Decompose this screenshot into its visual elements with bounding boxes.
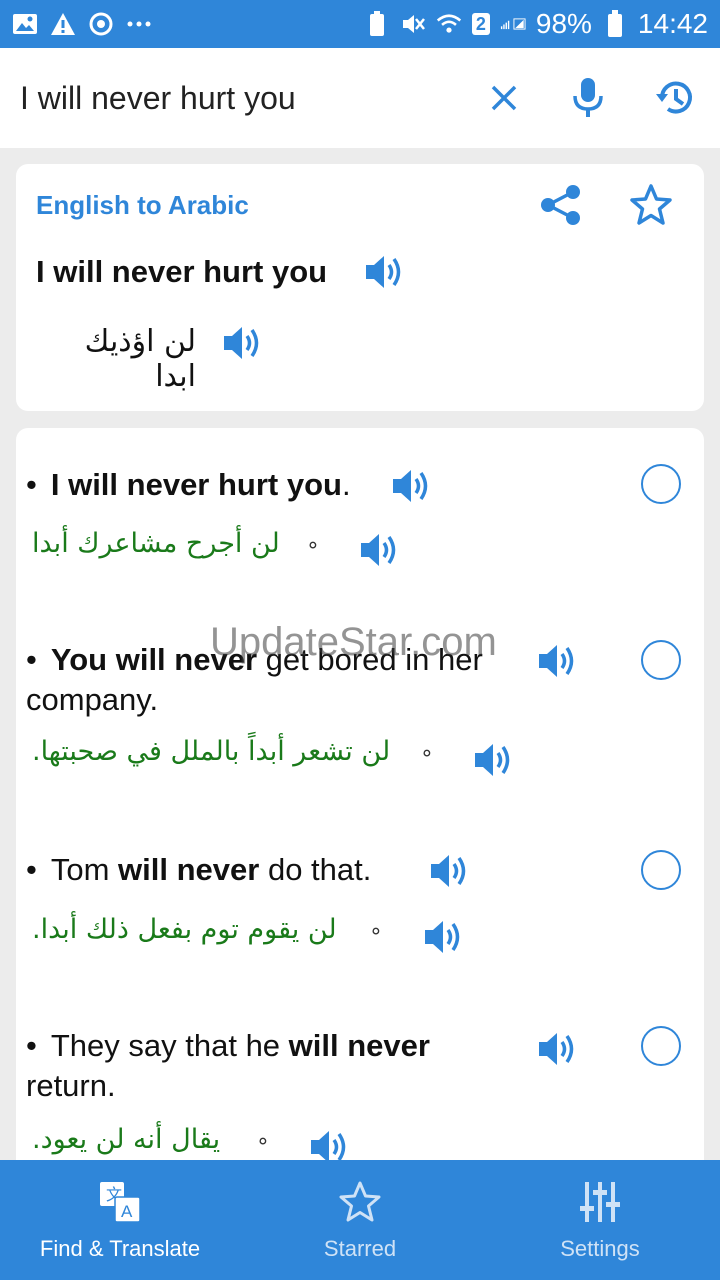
speak-example-translation-button[interactable] <box>470 735 520 785</box>
microphone-icon <box>573 78 603 117</box>
translate-icon: 文A <box>100 1182 141 1223</box>
svg-text:A: A <box>121 1202 133 1221</box>
select-example-radio[interactable] <box>641 1026 681 1066</box>
select-example-radio[interactable] <box>641 850 681 890</box>
nav-settings[interactable]: Settings <box>480 1160 720 1280</box>
history-button[interactable] <box>650 72 702 124</box>
nav-label: Starred <box>323 1236 397 1261</box>
example-sentence: • Tom will never do that. <box>26 852 372 887</box>
speaker-icon <box>393 470 428 502</box>
clear-button[interactable] <box>478 72 530 124</box>
sliders-icon <box>580 1182 620 1222</box>
battery-icon <box>602 10 628 37</box>
speak-example-button[interactable] <box>388 461 438 511</box>
mute-icon <box>400 11 426 37</box>
sim-badge: 2 <box>471 13 490 35</box>
target-text: لن اؤذيك ابدا <box>84 324 196 394</box>
example-sentence: • You will never get bored in her company… <box>26 642 483 717</box>
voice-input-button[interactable] <box>562 72 614 124</box>
speaker-icon <box>431 855 466 887</box>
battery-saver-icon <box>364 11 390 37</box>
nav-starred[interactable]: Starred <box>240 1160 480 1280</box>
speak-source-button[interactable] <box>361 247 411 297</box>
bottom-navigation: 文A Find & Translate Starred Settings <box>0 1160 720 1280</box>
speak-example-button[interactable] <box>534 636 584 686</box>
search-input[interactable] <box>20 68 460 128</box>
battery-percent: 98% <box>535 8 592 39</box>
example-sentence: • I will never hurt you. <box>26 467 351 502</box>
example-translation: لن يقوم توم بفعل ذلك أبدا. <box>32 914 337 945</box>
select-example-radio[interactable] <box>641 640 681 680</box>
speaker-icon <box>224 327 259 359</box>
speaker-icon <box>475 744 510 776</box>
nav-label: Find & Translate <box>39 1236 201 1261</box>
nav-find-translate[interactable]: 文A Find & Translate <box>0 1160 240 1280</box>
example-translation: لن أجرح مشاعرك أبدا <box>32 528 280 559</box>
bullet-circle: ∘ <box>369 918 383 943</box>
gallery-icon <box>12 11 38 37</box>
signal-icon <box>500 11 526 37</box>
example-translation: لن تشعر أبداً بالملل في صحبتها. <box>32 736 391 767</box>
clock: 14:42 <box>637 8 708 39</box>
history-icon <box>656 81 692 114</box>
bullet-circle: ∘ <box>306 532 320 557</box>
nav-label: Settings <box>560 1236 640 1261</box>
source-text: I will never hurt you <box>36 254 328 289</box>
speak-example-translation-button[interactable] <box>356 525 406 575</box>
bullet-circle: ∘ <box>256 1128 270 1153</box>
speaker-icon <box>361 534 396 566</box>
speaker-icon <box>539 1033 574 1065</box>
speak-example-translation-button[interactable] <box>420 912 470 962</box>
example-sentence: • They say that he will never return. <box>26 1028 430 1103</box>
translation-card: English to Arabic I will never hurt you … <box>16 164 704 411</box>
language-pair-label: English to Arabic <box>36 190 249 220</box>
speak-example-button[interactable] <box>534 1024 584 1074</box>
speaker-icon <box>425 921 460 953</box>
favorite-button[interactable] <box>626 180 676 230</box>
more-notifications-icon <box>126 11 152 37</box>
wifi-icon <box>436 11 462 37</box>
close-icon <box>491 85 517 111</box>
warning-icon <box>50 11 76 37</box>
select-example-radio[interactable] <box>641 464 681 504</box>
speak-target-button[interactable] <box>219 318 269 368</box>
example-translation: يقال أنه لن يعود. <box>32 1124 221 1155</box>
share-button[interactable] <box>536 180 586 230</box>
examples-card: • I will never hurt you. لن أجرح مشاعرك أ… <box>16 428 704 1188</box>
search-bar <box>0 48 720 148</box>
star-icon <box>339 1181 381 1222</box>
bullet-circle: ∘ <box>420 740 434 765</box>
speaker-icon <box>366 256 401 288</box>
share-icon <box>541 185 580 225</box>
speak-example-button[interactable] <box>426 846 476 896</box>
star-icon <box>630 184 672 225</box>
status-bar: 2 98% 14:42 <box>0 0 720 48</box>
speaker-icon <box>539 645 574 677</box>
sync-icon <box>88 11 114 37</box>
